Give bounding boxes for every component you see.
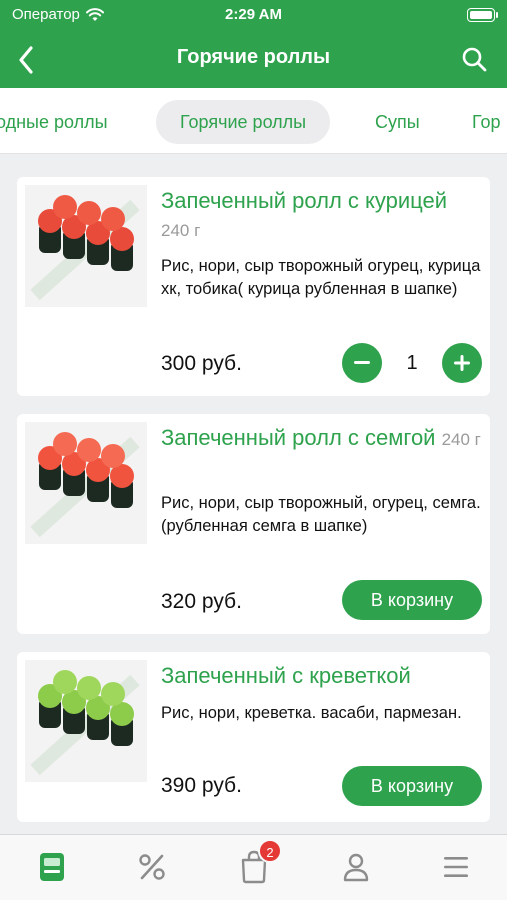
product-name: Запеченный ролл с курицей 240 г bbox=[161, 188, 448, 240]
quantity-stepper: 1 bbox=[342, 343, 482, 383]
product-price: 300 руб. bbox=[161, 352, 242, 375]
product-weight: 240 г bbox=[441, 430, 481, 449]
nav-bar: Горячие роллы bbox=[0, 32, 507, 88]
tab-promotions[interactable] bbox=[132, 847, 172, 887]
minus-icon bbox=[354, 361, 370, 364]
product-description: Рис, нори, креветка. васаби, пармезан. bbox=[161, 704, 462, 722]
product-description: Рис, нори, сыр творожный огурец, курица … bbox=[161, 257, 481, 298]
add-to-cart-button[interactable]: В корзину bbox=[342, 766, 482, 806]
cart-badge: 2 bbox=[258, 839, 282, 863]
battery-icon bbox=[467, 8, 498, 22]
product-weight: 240 г bbox=[161, 221, 201, 240]
tab-menu[interactable] bbox=[32, 847, 72, 887]
product-image[interactable] bbox=[25, 422, 147, 544]
header: Оператор 2:29 AM Горячие роллы bbox=[0, 0, 507, 88]
product-card[interactable]: Запеченный ролл с курицей 240 г Рис, нор… bbox=[17, 177, 490, 396]
percent-icon bbox=[139, 854, 165, 880]
tab-cart[interactable]: 2 bbox=[234, 839, 282, 887]
search-button[interactable] bbox=[457, 42, 491, 76]
product-card[interactable]: Запеченный ролл с семгой 240 г Рис, нори… bbox=[17, 414, 490, 634]
status-time: 2:29 AM bbox=[225, 6, 282, 23]
tab-next[interactable]: Гор bbox=[472, 100, 501, 144]
status-bar: Оператор 2:29 AM bbox=[0, 0, 507, 32]
tab-profile[interactable] bbox=[336, 847, 376, 887]
decrease-button[interactable] bbox=[342, 343, 382, 383]
quantity-value: 1 bbox=[406, 352, 418, 374]
product-description: Рис, нори, сыр творожный, огурец, семга.… bbox=[161, 494, 481, 535]
tab-soups[interactable]: Супы bbox=[375, 100, 420, 144]
product-price: 390 руб. bbox=[161, 774, 242, 797]
plus-icon bbox=[454, 355, 470, 371]
product-image[interactable] bbox=[25, 185, 147, 307]
increase-button[interactable] bbox=[442, 343, 482, 383]
product-name: Запеченный ролл с семгой 240 г bbox=[161, 425, 481, 450]
tab-cold-rolls[interactable]: одные роллы bbox=[0, 100, 108, 144]
bottom-tabbar: 2 bbox=[0, 834, 507, 900]
tab-more[interactable] bbox=[436, 847, 476, 887]
menu-book-icon bbox=[40, 853, 64, 881]
product-image[interactable] bbox=[25, 660, 147, 782]
product-card[interactable]: Запеченный с креветкой Рис, нори, кревет… bbox=[17, 652, 490, 822]
page-title: Горячие роллы bbox=[176, 46, 331, 68]
category-tabs: одные роллы Горячие роллы Супы Гор bbox=[0, 88, 507, 154]
hamburger-menu-icon bbox=[444, 857, 468, 877]
add-to-cart-button[interactable]: В корзину bbox=[342, 580, 482, 620]
user-icon bbox=[343, 853, 369, 882]
tab-hot-rolls[interactable]: Горячие роллы bbox=[156, 100, 331, 144]
search-icon bbox=[462, 47, 487, 72]
product-name: Запеченный с креветкой bbox=[161, 663, 411, 688]
product-price: 320 руб. bbox=[161, 590, 242, 613]
